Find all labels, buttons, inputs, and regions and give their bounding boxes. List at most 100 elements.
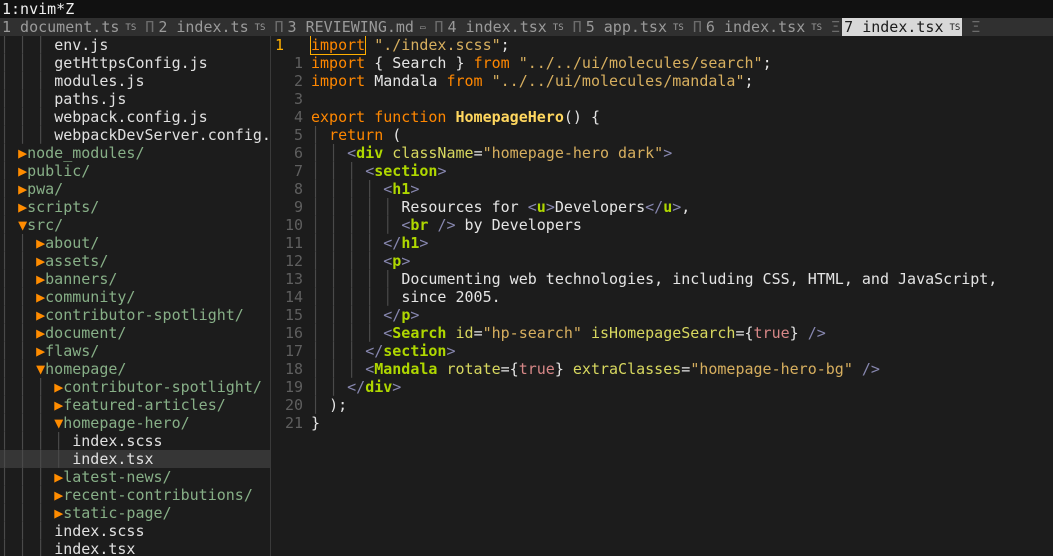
collapsed-arrow-icon[interactable]: ▶ bbox=[54, 504, 63, 522]
code-line[interactable]: 10 │ │ │ │ │ <br /> by Developers bbox=[271, 216, 1053, 234]
code-line[interactable]: 3 bbox=[271, 90, 1053, 108]
collapsed-arrow-icon[interactable]: ▶ bbox=[36, 306, 45, 324]
code-line[interactable]: 16 │ │ │ │ <Search id="hp-search" isHomep… bbox=[271, 324, 1053, 342]
collapsed-arrow-icon[interactable]: ▶ bbox=[36, 234, 45, 252]
code-line[interactable]: 1 import { Search } from "../../ui/molecu… bbox=[271, 54, 1053, 72]
tab-number: 2 bbox=[158, 18, 168, 36]
tree-folder[interactable]: │ │ ▶flaws/ bbox=[0, 342, 270, 360]
tree-file[interactable]: │ │ │ │ index.scss bbox=[0, 432, 270, 450]
collapsed-arrow-icon[interactable]: ▶ bbox=[18, 144, 27, 162]
tab-3[interactable]: 3 REVIEWING.md ▭ Π bbox=[286, 18, 446, 36]
tree-item-label: env.js bbox=[54, 36, 109, 54]
code-token: │ bbox=[311, 396, 330, 414]
code-token: < bbox=[365, 162, 375, 180]
collapsed-arrow-icon[interactable]: ▶ bbox=[36, 324, 45, 342]
expanded-arrow-icon[interactable]: ▼ bbox=[54, 414, 63, 432]
collapsed-arrow-icon[interactable]: ▶ bbox=[54, 378, 63, 396]
tree-item-label: public/ bbox=[27, 162, 91, 180]
tree-folder[interactable]: │ ▶node_modules/ bbox=[0, 144, 270, 162]
collapsed-arrow-icon[interactable]: ▶ bbox=[54, 396, 63, 414]
code-line[interactable]: 18 │ │ │ <Mandala rotate={true} extraClas… bbox=[271, 360, 1053, 378]
code-line[interactable]: 15 │ │ │ │ </p> bbox=[271, 306, 1053, 324]
tree-item-label: recent-contributions/ bbox=[63, 486, 253, 504]
code-line[interactable]: 1 import "./index.scss"; bbox=[271, 36, 1053, 55]
indent-guide: │ │ │ bbox=[0, 486, 55, 504]
tree-folder[interactable]: │ │ │ ▼homepage-hero/ bbox=[0, 414, 270, 432]
tree-folder[interactable]: │ │ ▼homepage/ bbox=[0, 360, 270, 378]
collapsed-arrow-icon[interactable]: ▶ bbox=[54, 468, 63, 486]
file-tree[interactable]: │ │ │ env.js │ │ │ getHttpsConfig.js │ │ │… bbox=[0, 36, 271, 556]
code-token: > bbox=[410, 306, 420, 324]
expanded-arrow-icon[interactable]: ▼ bbox=[36, 360, 45, 378]
expanded-arrow-icon[interactable]: ▼ bbox=[18, 216, 27, 234]
tab-6[interactable]: 6 index.tsx TS Ξ bbox=[704, 18, 842, 36]
tree-folder[interactable]: │ ▶scripts/ bbox=[0, 198, 270, 216]
code-line[interactable]: 4 export function HomepageHero() { bbox=[271, 108, 1053, 126]
tab-1[interactable]: 1 document.ts TS Π bbox=[0, 18, 156, 36]
tree-folder[interactable]: │ │ │ ▶recent-contributions/ bbox=[0, 486, 270, 504]
tab-5[interactable]: 5 app.tsx TS Π bbox=[584, 18, 704, 36]
code-line[interactable]: 2 import Mandala from "../../ui/molecules… bbox=[271, 72, 1053, 90]
tree-folder[interactable]: │ │ ▶document/ bbox=[0, 324, 270, 342]
tree-file[interactable]: │ │ │ webpack.config.js bbox=[0, 108, 270, 126]
collapsed-arrow-icon[interactable]: ▶ bbox=[36, 342, 45, 360]
tree-item-label: modules.js bbox=[54, 72, 145, 90]
tree-folder[interactable]: │ ▶public/ bbox=[0, 162, 270, 180]
code-line[interactable]: 11 │ │ │ │ </h1> bbox=[271, 234, 1053, 252]
tree-file[interactable]: │ │ │ index.scss bbox=[0, 522, 270, 540]
code-token: extraClasses bbox=[572, 360, 682, 378]
code-token: section bbox=[383, 342, 447, 360]
tree-file[interactable]: │ │ │ index.tsx bbox=[0, 540, 270, 556]
tree-item-label: getHttpsConfig.js bbox=[54, 54, 208, 72]
tree-file[interactable]: │ │ │ env.js bbox=[0, 36, 270, 54]
code-line[interactable]: 20 │ ); bbox=[271, 396, 1053, 414]
tab-4[interactable]: 4 index.tsx TS Π bbox=[445, 18, 583, 36]
code-line[interactable]: 9 │ │ │ │ │ Resources for <u>Developers</… bbox=[271, 198, 1053, 216]
tree-folder[interactable]: │ │ ▶contributor-spotlight/ bbox=[0, 306, 270, 324]
tree-folder[interactable]: │ │ ▶assets/ bbox=[0, 252, 270, 270]
code-line[interactable]: 17 │ │ │ </section> bbox=[271, 342, 1053, 360]
code-token: u bbox=[536, 198, 546, 216]
code-token: "homepage-hero dark" bbox=[482, 144, 664, 162]
collapsed-arrow-icon[interactable]: ▶ bbox=[36, 288, 45, 306]
code-line[interactable]: 8 │ │ │ │ <h1> bbox=[271, 180, 1053, 198]
tree-file[interactable]: │ │ │ paths.js bbox=[0, 90, 270, 108]
tree-folder[interactable]: │ │ │ ▶featured-articles/ bbox=[0, 396, 270, 414]
tree-file[interactable]: │ │ │ webpackDevServer.config. bbox=[0, 126, 270, 144]
tree-folder[interactable]: │ │ │ ▶static-page/ bbox=[0, 504, 270, 522]
tab-2[interactable]: 2 index.ts TS Π bbox=[156, 18, 285, 36]
code-line[interactable]: 14 │ │ │ │ │ since 2005. bbox=[271, 288, 1053, 306]
tree-file[interactable]: │ │ │ modules.js bbox=[0, 72, 270, 90]
collapsed-arrow-icon[interactable]: ▶ bbox=[18, 198, 27, 216]
tree-folder[interactable]: │ │ ▶community/ bbox=[0, 288, 270, 306]
collapsed-arrow-icon[interactable]: ▶ bbox=[18, 162, 27, 180]
code-text: import Mandala from "../../ui/molecules/… bbox=[311, 72, 1053, 90]
collapsed-arrow-icon[interactable]: ▶ bbox=[18, 180, 27, 198]
tree-folder[interactable]: │ │ │ ▶contributor-spotlight/ bbox=[0, 378, 270, 396]
code-token: │ │ │ bbox=[311, 360, 366, 378]
collapsed-arrow-icon[interactable]: ▶ bbox=[54, 486, 63, 504]
collapsed-arrow-icon[interactable]: ▶ bbox=[36, 270, 45, 288]
tab-7[interactable]: 7 index.tsx TS bbox=[842, 18, 963, 36]
code-line[interactable]: 12 │ │ │ │ <p> bbox=[271, 252, 1053, 270]
tree-file[interactable]: │ │ │ │ index.tsx bbox=[0, 450, 270, 468]
code-line[interactable]: 21} bbox=[271, 414, 1053, 432]
code-editor[interactable]: 1 import "./index.scss"; 1 import { Search … bbox=[271, 36, 1053, 556]
filetype-icon: TS bbox=[949, 23, 961, 33]
tree-file[interactable]: │ │ │ getHttpsConfig.js bbox=[0, 54, 270, 72]
tree-folder[interactable]: │ ▼src/ bbox=[0, 216, 270, 234]
line-number: 11 bbox=[284, 234, 303, 252]
tree-folder[interactable]: │ │ │ ▶latest-news/ bbox=[0, 468, 270, 486]
tree-folder[interactable]: │ │ ▶banners/ bbox=[0, 270, 270, 288]
code-line[interactable]: 19 │ │ </div> bbox=[271, 378, 1053, 396]
code-line[interactable]: 7 │ │ │ <section> bbox=[271, 162, 1053, 180]
code-line[interactable]: 5 │ return ( bbox=[271, 126, 1053, 144]
code-line[interactable]: 6 │ │ <div className="homepage-hero dark"… bbox=[271, 144, 1053, 162]
tree-folder[interactable]: │ ▶pwa/ bbox=[0, 180, 270, 198]
code-line[interactable]: 13 │ │ │ │ │ Documenting web technologies… bbox=[271, 270, 1053, 288]
collapsed-arrow-icon[interactable]: ▶ bbox=[36, 252, 45, 270]
code-token: import bbox=[311, 72, 366, 90]
tree-folder[interactable]: │ │ ▶about/ bbox=[0, 234, 270, 252]
